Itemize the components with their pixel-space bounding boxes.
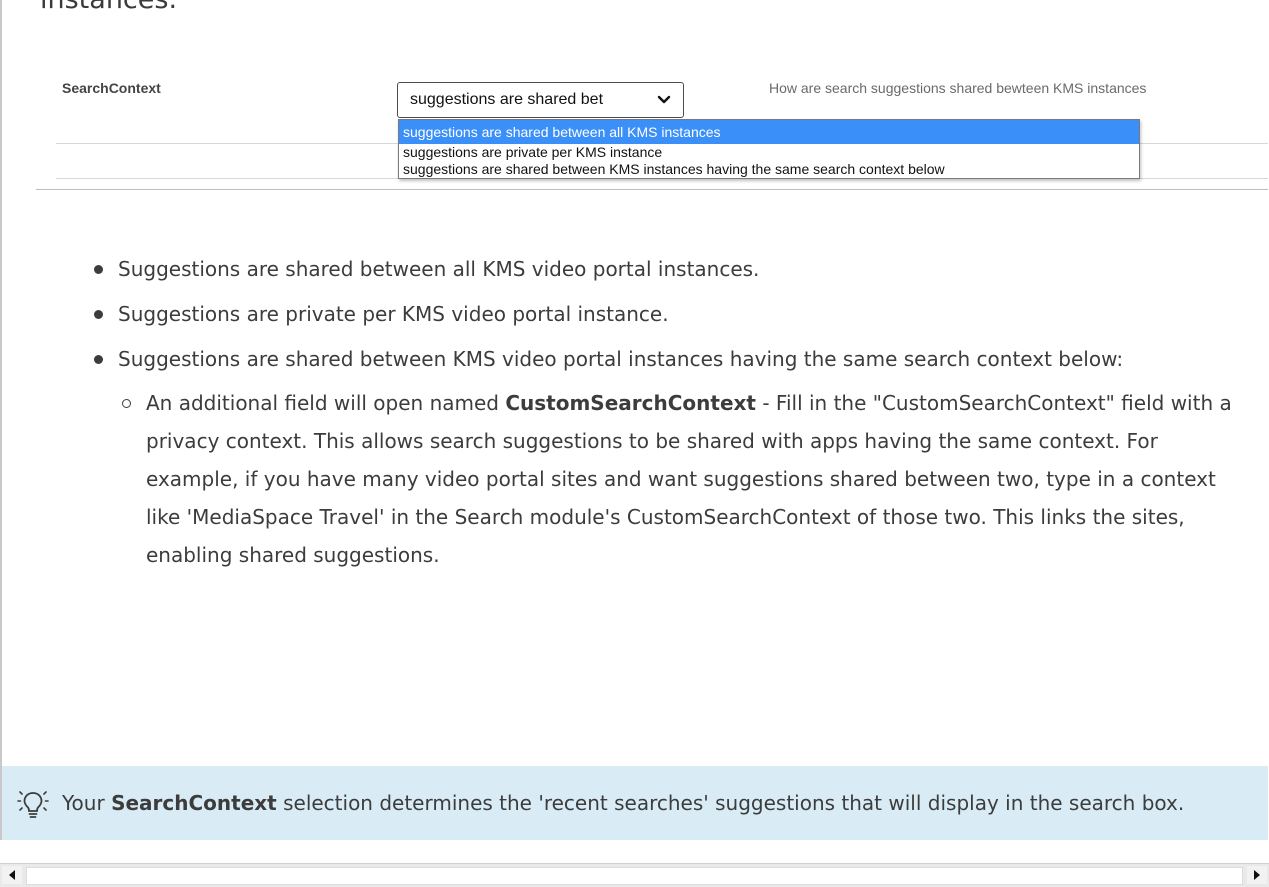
scrollbar-thumb[interactable] (26, 867, 1243, 885)
list-item: Suggestions are shared between all KMS v… (90, 250, 1250, 288)
search-context-field-label: SearchContext (62, 80, 161, 96)
arrow-left-icon[interactable] (2, 866, 22, 884)
list-item-text: Suggestions are shared between KMS video… (118, 347, 1124, 371)
tip-prefix: Your (62, 791, 112, 815)
arrow-right-icon[interactable] (1247, 866, 1267, 884)
sub-list-item: An additional field will open named Cust… (118, 384, 1250, 574)
sub-item-prefix: An additional field will open named (146, 391, 506, 415)
search-context-options-list-text: Suggestions are shared between all KMS v… (90, 250, 1250, 574)
list-item: Suggestions are private per KMS video po… (90, 295, 1250, 333)
horizontal-scrollbar[interactable] (0, 863, 1269, 887)
list-item: Suggestions are shared between KMS video… (90, 340, 1250, 574)
list-item-text: Suggestions are private per KMS video po… (118, 302, 669, 326)
option-shared-same-context[interactable]: suggestions are shared between KMS insta… (399, 161, 1139, 178)
sub-item-text: - Fill in the "CustomSearchContext" fiel… (146, 391, 1232, 567)
search-context-select[interactable]: suggestions are shared bet (397, 82, 684, 118)
search-context-field-description: How are search suggestions shared bewtee… (769, 80, 1147, 96)
tip-callout: Your SearchContext selection determines … (0, 766, 1268, 840)
option-private-per-instance[interactable]: suggestions are private per KMS instance (399, 144, 1139, 161)
tip-rest: selection determines the 'recent searche… (276, 791, 1185, 815)
option-shared-all[interactable]: suggestions are shared between all KMS i… (399, 120, 1139, 144)
sub-list: An additional field will open named Cust… (118, 384, 1250, 574)
search-context-options-list[interactable]: suggestions are shared between all KMS i… (398, 119, 1140, 179)
tip-text: Your SearchContext selection determines … (62, 791, 1184, 815)
screenshot-bottom-divider (36, 189, 1268, 190)
select-current-value: suggestions are shared bet (410, 91, 604, 108)
lightbulb-icon (16, 786, 50, 820)
tip-setting-name: SearchContext (111, 791, 277, 815)
list-item-text: Suggestions are shared between all KMS v… (118, 257, 760, 281)
chevron-down-icon (657, 83, 671, 117)
sub-item-field-name: CustomSearchContext (505, 391, 756, 415)
content-left-border (0, 0, 2, 766)
main-content: Suggestions are shared between all KMS v… (90, 250, 1250, 581)
search-context-settings-screenshot: SearchContext suggestions are shared bet… (36, 60, 1268, 195)
intro-text-fragment: instances. (40, 0, 177, 15)
